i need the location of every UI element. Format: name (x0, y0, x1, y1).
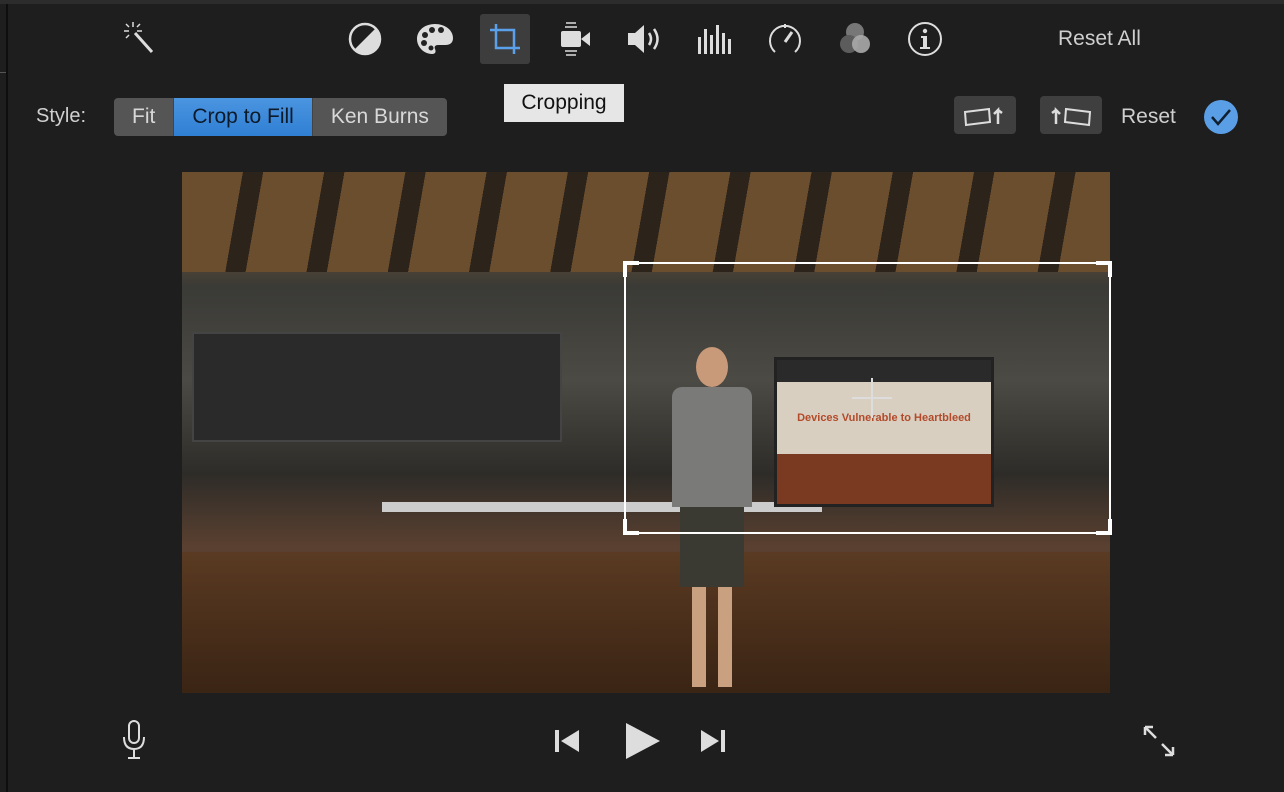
skip-forward-icon[interactable] (696, 726, 730, 756)
rotate-left-button[interactable] (954, 96, 1016, 134)
noise-reduction-icon[interactable] (690, 14, 740, 64)
info-icon[interactable] (900, 14, 950, 64)
divider-tick (0, 72, 6, 73)
left-divider (6, 4, 8, 792)
skip-back-icon[interactable] (550, 726, 584, 756)
play-icon[interactable] (620, 720, 664, 762)
style-crop-to-fill-button[interactable]: Crop to Fill (174, 98, 313, 136)
crop-handle-top-left[interactable] (623, 261, 639, 277)
style-segmented-control: Fit Crop to Fill Ken Burns (114, 98, 447, 136)
rotate-clockwise-icon (1051, 106, 1092, 127)
clip-filter-icon[interactable] (830, 14, 880, 64)
stabilization-icon[interactable] (550, 14, 600, 64)
volume-icon[interactable] (620, 14, 670, 64)
rotate-right-button[interactable] (1040, 96, 1102, 134)
crop-handle-bottom-left[interactable] (623, 519, 639, 535)
reset-button[interactable]: Reset (1121, 105, 1176, 129)
microphone-icon[interactable] (118, 718, 150, 762)
reset-all-button[interactable]: Reset All (1058, 27, 1141, 51)
ceiling (182, 172, 1110, 272)
rotate-counterclockwise-icon (963, 106, 1003, 127)
speed-icon[interactable] (760, 14, 810, 64)
checkmark-icon (1211, 109, 1231, 126)
color-balance-icon[interactable] (340, 14, 390, 64)
color-correction-icon[interactable] (410, 14, 460, 64)
cropping-tooltip: Cropping (504, 84, 624, 122)
crosshair-icon[interactable] (852, 378, 892, 418)
style-label: Style: (36, 105, 87, 127)
crop-handle-top-right[interactable] (1096, 261, 1112, 277)
kitchen-cabinets (192, 332, 562, 442)
floor (182, 552, 1110, 693)
style-fit-button[interactable]: Fit (114, 98, 175, 136)
magic-wand-icon[interactable] (116, 14, 166, 64)
fullscreen-icon[interactable] (1140, 722, 1178, 760)
crop-rectangle[interactable] (623, 261, 1112, 535)
crop-icon[interactable] (480, 14, 530, 64)
apply-checkmark-button[interactable] (1204, 100, 1238, 134)
style-ken-burns-button[interactable]: Ken Burns (313, 98, 447, 136)
top-border (0, 0, 1284, 4)
crop-handle-bottom-right[interactable] (1096, 519, 1112, 535)
